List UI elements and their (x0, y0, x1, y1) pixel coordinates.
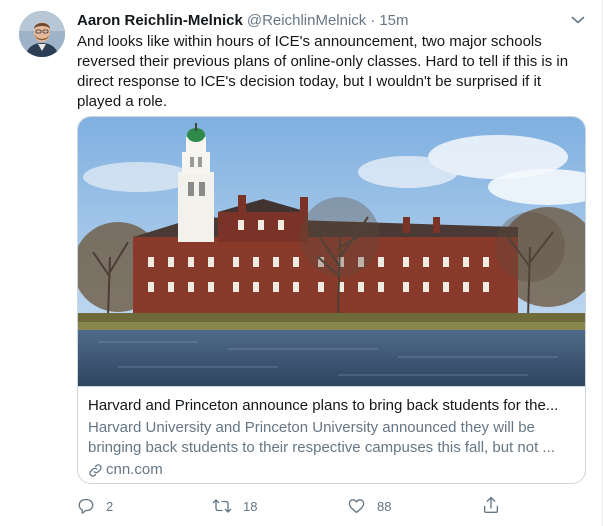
card-image (78, 117, 585, 387)
tweet-actions: 2 18 88 (77, 495, 507, 517)
chevron-down-icon[interactable] (568, 10, 588, 30)
retweet-count: 18 (243, 498, 258, 514)
like-count: 88 (377, 498, 392, 514)
heart-icon (348, 499, 365, 514)
retweet-icon (212, 499, 232, 513)
share-icon (483, 496, 499, 514)
separator-dot: · (370, 11, 376, 29)
card-domain-text: cnn.com (106, 461, 163, 478)
reply-icon (78, 498, 94, 514)
reply-count: 2 (106, 498, 114, 514)
author-handle[interactable]: @ReichlinMelnick (247, 12, 366, 29)
author-name[interactable]: Aaron Reichlin-Melnick (77, 12, 243, 29)
card-description: Harvard University and Princeton Univers… (88, 419, 555, 456)
card-title[interactable]: Harvard and Princeton announce plans to … (88, 396, 578, 416)
avatar-image (19, 11, 65, 57)
tweet[interactable]: Aaron Reichlin-Melnick @ReichlinMelnick … (0, 0, 603, 526)
card-text[interactable]: Harvard and Princeton announce plans to … (88, 396, 578, 480)
card-domain: cnn.com (88, 460, 578, 480)
like-button[interactable]: 88 (347, 495, 391, 517)
retweet-button[interactable]: 18 (212, 495, 257, 517)
share-button[interactable] (482, 495, 500, 520)
reply-button[interactable]: 2 (77, 495, 113, 517)
tweet-text: And looks like within hours of ICE's ann… (77, 33, 569, 110)
timestamp[interactable]: 15m (379, 12, 408, 29)
tweet-header: Aaron Reichlin-Melnick @ReichlinMelnick … (77, 10, 409, 30)
link-icon (89, 463, 102, 477)
link-card[interactable]: Harvard and Princeton announce plans to … (77, 116, 586, 484)
avatar[interactable] (19, 11, 65, 57)
